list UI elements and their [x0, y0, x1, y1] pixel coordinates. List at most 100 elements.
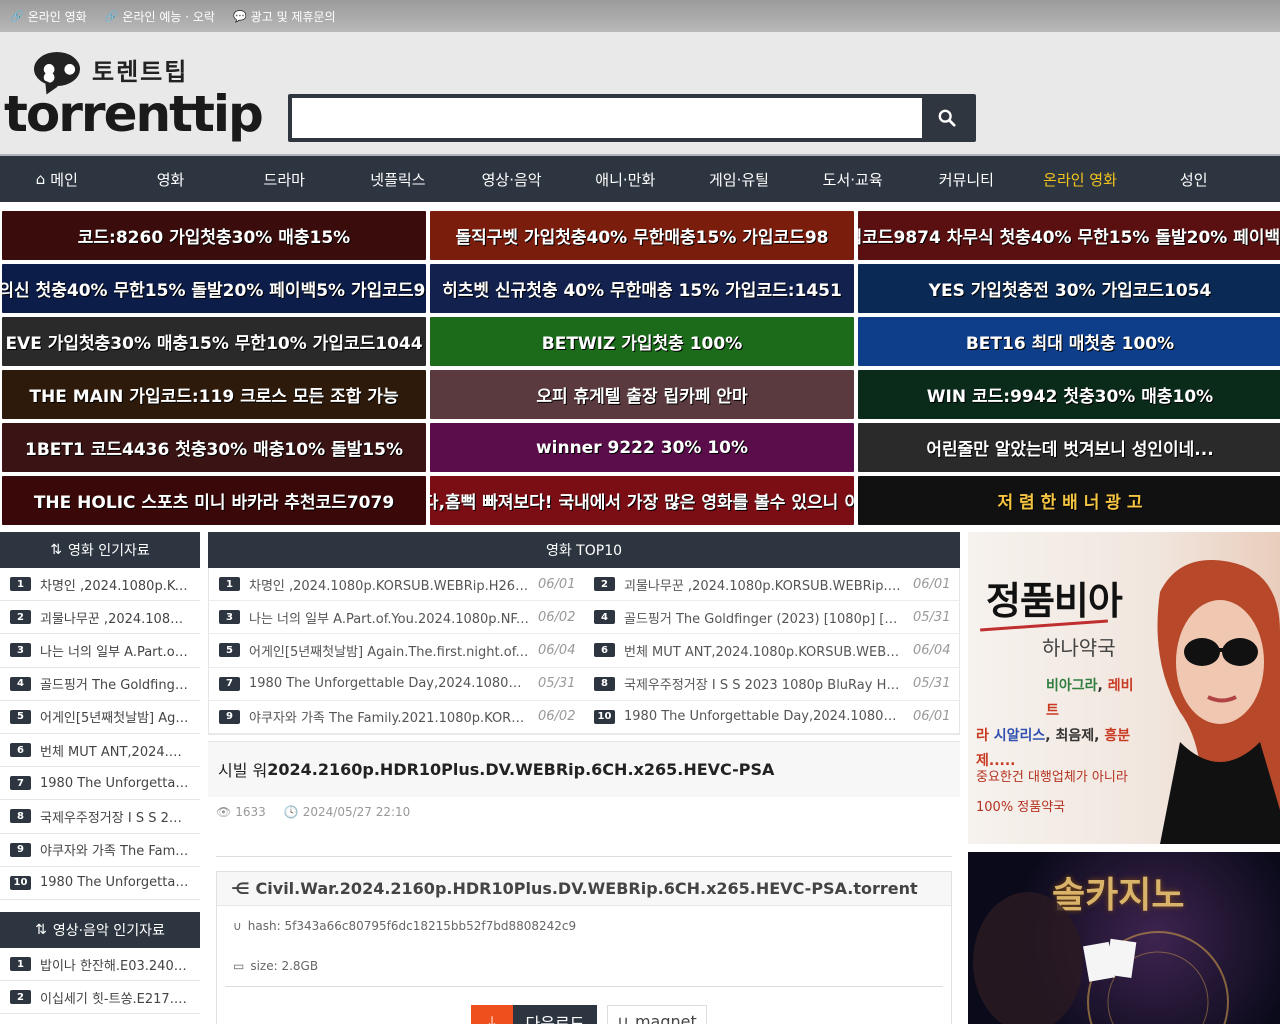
panel-header: 영화 TOP10: [208, 532, 960, 568]
ad-banner[interactable]: YES 가입첫충전 30% 가입코드1054: [858, 264, 1280, 313]
ad-banner[interactable]: BET16 최대 매첫충 100%: [858, 317, 1280, 366]
eye-icon: 👁: [216, 804, 232, 819]
list-item[interactable]: 5 어게인[5년째첫날밤] Again.The.first.night: [0, 701, 200, 734]
chat-bubble-icon: ● ● ●: [34, 52, 80, 86]
nav-item-movie[interactable]: 영화: [114, 169, 228, 190]
view-count: 👁 1633: [216, 804, 266, 819]
nav-item-drama[interactable]: 드라마: [227, 169, 341, 190]
list-item[interactable]: 2 괴물나무꾼 ,2024.1080p.KORSUB.WEBRip.H264: [0, 601, 200, 635]
ad-banner[interactable]: 어린줄만 알았는데 벗겨보니 성인이네...: [858, 423, 1280, 472]
top-link-online-entertainment[interactable]: 🔗 온라인 예능 · 오락: [105, 8, 215, 25]
download-button[interactable]: ⤓ 다운로드: [471, 1004, 597, 1024]
ad-banner[interactable]: winner 9222 30% 10%: [430, 423, 854, 472]
ad-banner[interactable]: THE HOLIC 스포츠 미니 바카라 추천코드7079: [2, 476, 426, 525]
ad-banner[interactable]: 저 렴 한 배 너 광 고: [858, 476, 1280, 525]
rank-badge: 4: [594, 610, 615, 625]
top10-item-title: 국제우주정거장 I S S 2023 1080p BluRay HEVC: [624, 678, 904, 694]
ad-banner[interactable]: 코드:8260 가입첫충30% 매충15%: [2, 211, 426, 260]
ad-banner[interactable]: 오피 휴게텔 출장 립카페 안마: [430, 370, 854, 419]
top10-item[interactable]: 9 야쿠자와 가족 The Family.2021.1080p.KORSUB.WE…: [209, 701, 584, 734]
list-item[interactable]: 2 이십세기 힛-트쏭.E217.240524: [0, 981, 200, 1015]
rank-badge: 1: [219, 577, 240, 592]
search-input[interactable]: [292, 98, 922, 138]
top10-item[interactable]: 10 1980 The Unforgettable Day,2024.1080p.…: [584, 701, 959, 734]
sort-icon: ⇅: [50, 542, 62, 558]
nav-item-online-movie[interactable]: 온라인 영화: [1023, 169, 1137, 190]
ad-banner[interactable]: WIN 코드:9942 첫충30% 매충10%: [858, 370, 1280, 419]
rank-badge: 2: [10, 990, 31, 1005]
site-logo[interactable]: ● ● ● 토렌트팁 torrenttip: [4, 50, 264, 150]
right-ad-pharmacy[interactable]: 정품비아 하나약국 비아그라, 레비트 라 시알리스, 최음제, 흥분 제...…: [968, 532, 1280, 844]
ad-banner[interactable]: 돌직구벳 가입첫충40% 무한매충15% 가입코드98: [430, 211, 854, 260]
nav-item-netflix[interactable]: 넷플릭스: [341, 169, 455, 190]
top10-item-date: 06/01: [913, 709, 951, 725]
list-item[interactable]: 1 차명인 ,2024.1080p.KORSUB.WEBRip.H264.AAC: [0, 568, 200, 602]
chat-icon: 💬: [232, 9, 247, 23]
torrent-file-title: ⋲ Civil.War.2024.2160p.HDR10Plus.DV.WEBRi…: [217, 871, 951, 906]
rank-badge: 3: [219, 610, 240, 625]
right-ad-casino[interactable]: 솔카지노: [968, 852, 1280, 1024]
video-music-popular-panel: ⇅ 영상·음악 인기자료 1 밥이나 한잔해.E03.240520 2 이십세기 힛-트…: [0, 912, 200, 1015]
banner-grid: 코드:8260 가입첫충30% 매충15% 돌직구벳 가입첫충40% 무한매충15…: [0, 211, 1280, 525]
nav-item-books[interactable]: 도서·교육: [796, 169, 910, 190]
magnet-button[interactable]: ∪ magnet: [607, 1004, 707, 1024]
list-item[interactable]: 6 번체 MUT ANT,2024.1080p.KORSUB.WEBRip: [0, 734, 200, 768]
top10-item-date: 05/31: [913, 676, 951, 692]
list-item[interactable]: 3 나는 너의 일부 A.Part.of.You.2024.1080p: [0, 634, 200, 668]
top10-item[interactable]: 6 번체 MUT ANT,2024.1080p.KORSUB.WEBRip.H26…: [584, 634, 959, 668]
popular-list: 1 밥이나 한잔해.E03.240520 2 이십세기 힛-트쏭.E217.24052…: [0, 948, 200, 1015]
rank-badge: 2: [10, 610, 31, 625]
ad-banner[interactable]: THE MAIN 가입코드:119 크로스 모든 조합 가능: [2, 370, 426, 419]
nav-item-game[interactable]: 게임·유틸: [682, 169, 796, 190]
nav-item-home[interactable]: ⌂ 메인: [0, 169, 114, 190]
panel-header: ⇅ 영화 인기자료: [0, 532, 200, 568]
ad-banner[interactable]: EVE 가입첫충30% 매충15% 무한10% 가입코드1044: [2, 317, 426, 366]
rank-badge: 1: [10, 957, 31, 972]
nav-item-community[interactable]: 커뮤니티: [910, 169, 1024, 190]
top10-item[interactable]: 1 차명인 ,2024.1080p.KORSUB.WEBRip.H264.AAC 0…: [209, 568, 584, 602]
top10-item[interactable]: 5 어게인[5년째첫날밤] Again.The.first.night.of.th…: [209, 634, 584, 668]
top10-item[interactable]: 8 국제우주정거장 I S S 2023 1080p BluRay HEVC 05/…: [584, 668, 959, 701]
list-item-title: 어게인[5년째첫날밤] Again.The.first.night: [40, 711, 190, 727]
download-icon: ⤓: [471, 1004, 513, 1024]
ad-banner[interactable]: 베팅의신 첫충40% 무한15% 돌발20% 페이백5% 가입코드9874: [2, 264, 426, 313]
list-item-title: 야쿠자와 가족 The Family.2021.1080p: [40, 844, 190, 860]
nav-item-anime[interactable]: 애니·만화: [568, 169, 682, 190]
top10-item-title: 차명인 ,2024.1080p.KORSUB.WEBRip.H264.AAC: [249, 578, 529, 594]
hdd-icon: ▭: [233, 958, 245, 973]
top10-item[interactable]: 2 괴물나무꾼 ,2024.1080p.KORSUB.WEBRip.H264.AA…: [584, 568, 959, 602]
top10-item-date: 05/31: [913, 609, 951, 625]
list-item[interactable]: 1 밥이나 한잔해.E03.240520: [0, 948, 200, 982]
torrent-hash: ∪ hash: 5f343a66c80795f6dc18215bb52f7bd88…: [233, 918, 577, 933]
search-bar: [288, 94, 976, 142]
top10-item-title: 골드핑거 The Goldfinger (2023) [1080p] [BluR…: [624, 611, 904, 627]
list-item-title: 1980 The Unforgettable Day,2024.1080p: [40, 875, 190, 891]
list-item[interactable]: 4 골드핑거 The Goldfinger (2023) [1080p]: [0, 668, 200, 701]
top10-item-title: 괴물나무꾼 ,2024.1080p.KORSUB.WEBRip.H264.AAC: [624, 578, 904, 594]
list-item[interactable]: 9 야쿠자와 가족 The Family.2021.1080p: [0, 834, 200, 867]
panel-header: ⇅ 영상·음악 인기자료: [0, 912, 200, 948]
divider: [216, 827, 952, 857]
list-item[interactable]: 7 1980 The Unforgettable Day,2024.1080p: [0, 767, 200, 801]
ad-banner[interactable]: 히츠벳 신규첫충 40% 무한매충 15% 가입코드:1451: [430, 264, 854, 313]
top-link-online-movie[interactable]: 🔗 온라인 영화: [10, 8, 87, 25]
nav-item-adult[interactable]: 성인: [1137, 169, 1251, 190]
top10-item[interactable]: 3 나는 너의 일부 A.Part.of.You.2024.1080p.NF.WE…: [209, 601, 584, 635]
torrent-info-box: ⋲ Civil.War.2024.2160p.HDR10Plus.DV.WEBRi…: [216, 870, 952, 1024]
top10-item[interactable]: 7 1980 The Unforgettable Day,2024.1080p.W…: [209, 668, 584, 701]
list-item[interactable]: 10 1980 The Unforgettable Day,2024.1080p: [0, 867, 200, 900]
top10-item-date: 06/02: [538, 709, 576, 725]
list-item[interactable]: 8 국제우주정거장 I S S 2023 1080p BluRay: [0, 800, 200, 834]
ad-banner[interactable]: 썸티비 콘테츠의 바다,흠뻑 빠져보다! 국내에서 가장 많은 영화를 볼수 있…: [430, 476, 854, 525]
nav-item-video-music[interactable]: 영상·음악: [455, 169, 569, 190]
link-icon: 🔗: [10, 9, 24, 23]
top10-item[interactable]: 4 골드핑거 The Goldfinger (2023) [1080p] [Blu…: [584, 601, 959, 635]
search-button[interactable]: [922, 98, 972, 138]
ad-banner[interactable]: BETWIZ 가입첫충 100%: [430, 317, 854, 366]
top-link-advertise[interactable]: 💬 광고 및 제휴문의: [233, 8, 336, 25]
rank-badge: 8: [10, 809, 31, 824]
top-bar: 🔗 온라인 영화 🔗 온라인 예능 · 오락 💬 광고 및 제휴문의: [0, 0, 1280, 32]
top10-item-date: 06/01: [913, 576, 951, 592]
ad-banner[interactable]: 1BET1 코드4436 첫충30% 매충10% 돌발15%: [2, 423, 426, 472]
ad-banner[interactable]: 가입코드9874 차무식 첫충40% 무한15% 돌발20% 페이백5%: [858, 211, 1280, 260]
